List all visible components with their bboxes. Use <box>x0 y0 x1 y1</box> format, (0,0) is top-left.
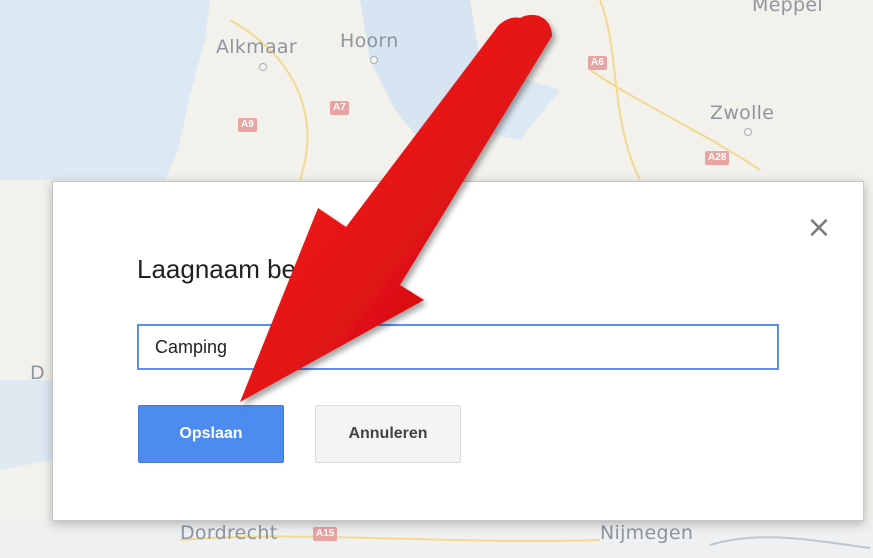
save-button[interactable]: Opslaan <box>138 405 284 463</box>
layer-name-input[interactable] <box>137 324 779 370</box>
city-label-partial: D <box>30 362 45 384</box>
cancel-button[interactable]: Annuleren <box>315 405 461 463</box>
dialog-title: Laagnaam bewerken <box>137 254 380 284</box>
city-label-zwolle: Zwolle <box>710 102 775 124</box>
city-dot <box>744 128 752 136</box>
road-shield-a7: A7 <box>330 101 349 115</box>
city-label-alkmaar: Alkmaar <box>216 36 297 58</box>
city-label-hoorn: Hoorn <box>340 30 399 52</box>
city-label-nijmegen: Nijmegen <box>600 522 694 544</box>
close-icon[interactable]: × <box>805 213 833 243</box>
road-shield-a28: A28 <box>705 151 730 165</box>
road-shield-a9: A9 <box>238 118 257 132</box>
road-shield-a15: A15 <box>313 527 338 541</box>
city-label-meppel: Meppel <box>752 0 823 16</box>
edit-layer-name-dialog: × Laagnaam bewerken Opslaan Annuleren <box>52 181 864 521</box>
city-label-dordrecht: Dordrecht <box>180 522 278 544</box>
road-shield-a6: A6 <box>588 56 607 70</box>
city-dot <box>259 63 267 71</box>
city-dot <box>370 56 378 64</box>
